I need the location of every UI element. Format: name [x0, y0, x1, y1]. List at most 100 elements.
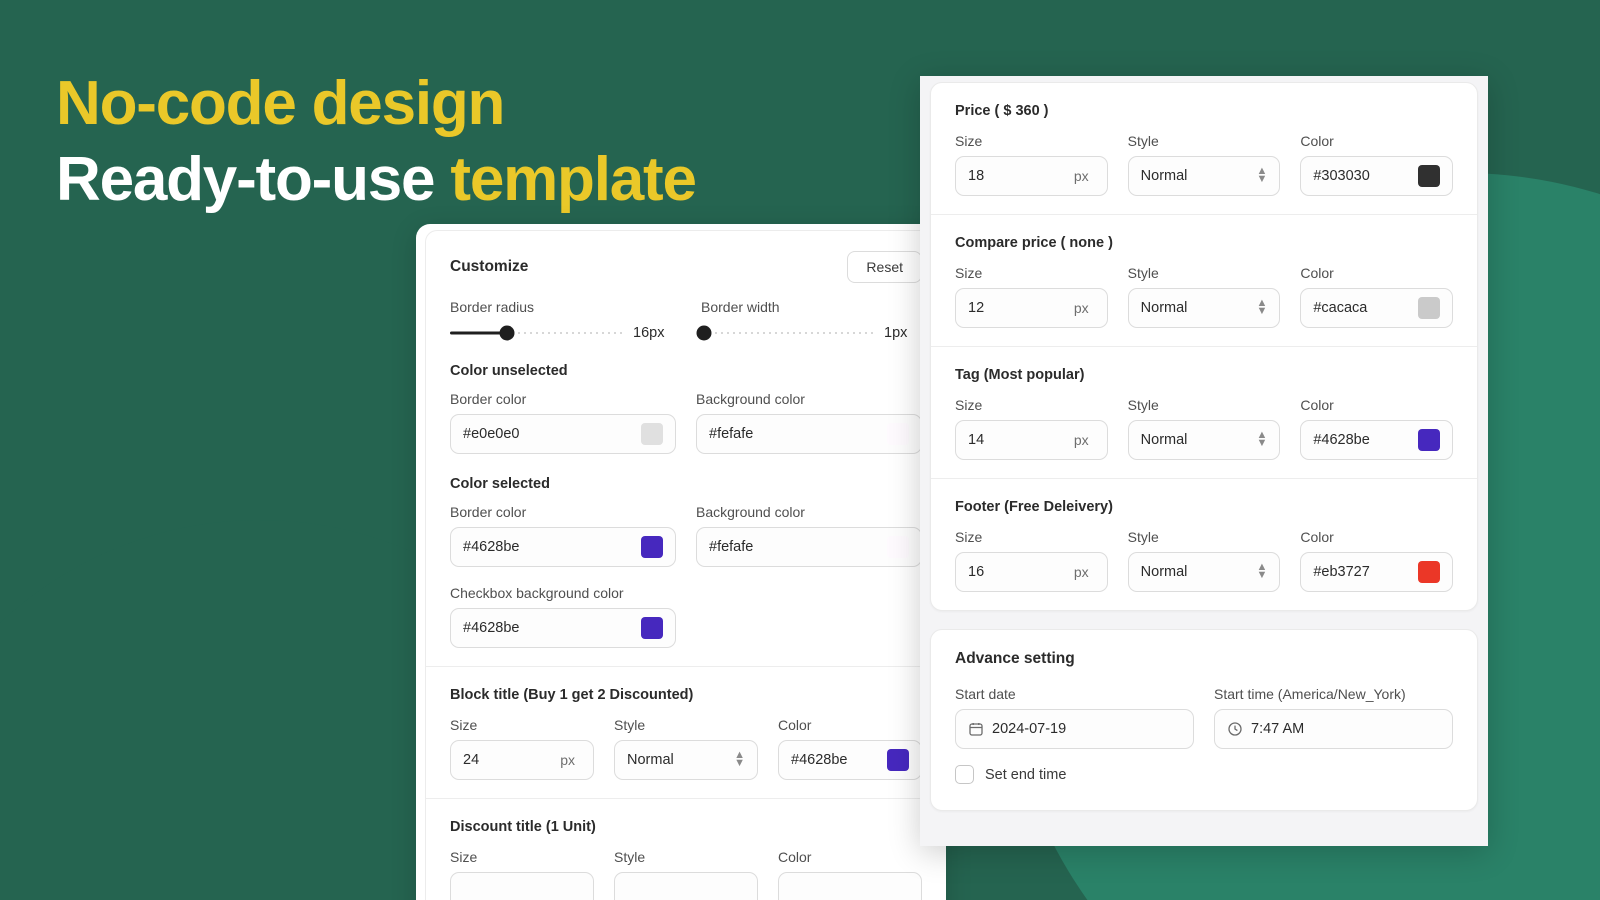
slider-track-dots: [701, 331, 874, 335]
price-size-input[interactable]: 18 px: [955, 156, 1108, 196]
compare-price-style-select[interactable]: Normal ▲ ▼: [1127, 288, 1281, 328]
field-compare-price-style: Style Normal ▲ ▼: [1127, 265, 1281, 328]
color-selected-fields: Border color #4628be Background color #f…: [450, 504, 922, 567]
slider-border-radius-track[interactable]: [450, 325, 623, 341]
block-title-size-input[interactable]: 24 px: [450, 740, 594, 780]
color-unselected-fields: Border color #e0e0e0 Background color #f…: [450, 391, 922, 454]
field-label: Border color: [450, 504, 527, 520]
field-label: Size: [955, 133, 983, 149]
slider-border-width-knob[interactable]: [696, 325, 712, 341]
color-swatch[interactable]: [887, 536, 909, 558]
price-section: Price ( $ 360 ) Size 18 px Style Normal: [931, 83, 1477, 215]
field-label: Size: [450, 849, 478, 865]
field-label: Background color: [696, 504, 805, 520]
field-label: Color: [1300, 397, 1334, 413]
chevron-updown-icon[interactable]: ▲ ▼: [1256, 166, 1267, 185]
compare-price-section: Compare price ( none ) Size 12 px Style …: [931, 215, 1477, 347]
field-footer-style: Style Normal ▲ ▼: [1127, 529, 1281, 592]
footer-section-title: Footer (Free Deleivery): [955, 499, 1113, 515]
field-label: Style: [1127, 397, 1159, 413]
block-title-heading: Block title (Buy 1 get 2 Discounted): [450, 687, 694, 703]
slider-border-width-track[interactable]: [696, 325, 874, 341]
advance-setting-fields: Start date 2024-07-19 Start time (Americ…: [955, 686, 1453, 749]
advance-setting-title: Advance setting: [955, 650, 1075, 667]
color-swatch[interactable]: [887, 749, 909, 771]
checkbox-background-color-input[interactable]: #4628be: [450, 608, 676, 648]
chevron-updown-icon[interactable]: ▲ ▼: [734, 750, 745, 769]
footer-style-select[interactable]: Normal ▲ ▼: [1127, 552, 1281, 592]
field-label: Color: [1300, 529, 1334, 545]
input-value: 7:47 AM: [1251, 721, 1305, 737]
tag-color-input[interactable]: #4628be: [1300, 420, 1454, 460]
unselected-border-color-input[interactable]: #e0e0e0: [450, 414, 676, 454]
compare-price-color-input[interactable]: #cacaca: [1300, 288, 1454, 328]
clock-icon: [1227, 721, 1243, 737]
input-value: #303030: [1313, 168, 1370, 184]
set-end-time-row[interactable]: Set end time: [955, 765, 1453, 784]
color-swatch[interactable]: [641, 617, 663, 639]
field-label: Size: [450, 717, 478, 733]
price-section-title: Price ( $ 360 ): [955, 103, 1049, 119]
slider-border-width: Border width 1px: [696, 299, 922, 341]
field-label: Color: [778, 717, 812, 733]
discount-title-section: Discount title (1 Unit) Size Style Color: [426, 799, 946, 900]
price-style-select[interactable]: Normal ▲ ▼: [1127, 156, 1281, 196]
slider-border-radius-row[interactable]: 16px: [450, 325, 671, 341]
chevron-updown-icon[interactable]: ▲ ▼: [1256, 562, 1267, 581]
field-start-time: Start time (America/New_York) 7:47 AM: [1214, 686, 1453, 749]
slider-border-radius-knob[interactable]: [499, 325, 515, 341]
compare-price-section-title: Compare price ( none ): [955, 235, 1113, 251]
field-discount-title-style: Style: [614, 849, 758, 900]
discount-title-style-select[interactable]: [614, 872, 758, 900]
unit-suffix: px: [1073, 432, 1089, 448]
color-swatch[interactable]: [1418, 165, 1441, 187]
color-swatch[interactable]: [1418, 297, 1441, 319]
chevron-updown-icon[interactable]: ▲ ▼: [1256, 430, 1267, 449]
field-label: Start time (America/New_York): [1214, 686, 1406, 702]
field-price-color: Color #303030: [1300, 133, 1454, 196]
start-time-input[interactable]: 7:47 AM: [1214, 709, 1453, 749]
slider-border-radius-fill: [450, 331, 508, 335]
compare-price-size-input[interactable]: 12 px: [955, 288, 1108, 328]
select-value: Normal: [1140, 300, 1188, 316]
slider-border-radius-value: 16px: [633, 325, 665, 341]
tag-size-input[interactable]: 14 px: [955, 420, 1108, 460]
unselected-background-color-input[interactable]: #fefafe: [696, 414, 922, 454]
field-price-style: Style Normal ▲ ▼: [1127, 133, 1281, 196]
set-end-time-checkbox[interactable]: [955, 765, 974, 784]
unit-suffix: px: [560, 752, 575, 768]
color-swatch[interactable]: [641, 536, 663, 558]
field-block-title-style: Style Normal ▲ ▼: [614, 717, 758, 780]
discount-title-size-input[interactable]: [450, 872, 594, 900]
advance-setting-card: Advance setting Start date 2024-07-19 St…: [930, 629, 1478, 811]
field-label: Checkbox background color: [450, 585, 624, 601]
selected-background-color-input[interactable]: #fefafe: [696, 527, 922, 567]
typography-card: Price ( $ 360 ) Size 18 px Style Normal: [930, 82, 1478, 611]
field-tag-size: Size 14 px: [955, 397, 1108, 460]
input-value: #4628be: [1313, 432, 1370, 448]
block-title-section: Block title (Buy 1 get 2 Discounted) Siz…: [426, 667, 946, 799]
color-swatch[interactable]: [641, 423, 663, 445]
customize-card: Customize Reset Border radius 16px Borde…: [425, 230, 946, 900]
field-tag-style: Style Normal ▲ ▼: [1127, 397, 1281, 460]
block-title-color-input[interactable]: #4628be: [778, 740, 922, 780]
footer-color-input[interactable]: #eb3727: [1300, 552, 1454, 592]
block-title-style-select[interactable]: Normal ▲ ▼: [614, 740, 758, 780]
tag-style-select[interactable]: Normal ▲ ▼: [1127, 420, 1281, 460]
discount-title-color-input[interactable]: [778, 872, 922, 900]
start-date-input[interactable]: 2024-07-19: [955, 709, 1194, 749]
field-unselected-background-color: Background color #fefafe: [696, 391, 922, 454]
footer-section: Footer (Free Deleivery) Size 16 px Style…: [931, 479, 1477, 610]
color-swatch[interactable]: [887, 423, 909, 445]
color-swatch[interactable]: [1418, 429, 1441, 451]
slider-border-width-row[interactable]: 1px: [696, 325, 922, 341]
footer-size-input[interactable]: 16 px: [955, 552, 1108, 592]
reset-button[interactable]: Reset: [847, 251, 922, 283]
color-swatch[interactable]: [1418, 561, 1441, 583]
field-label: Color: [1300, 265, 1334, 281]
selected-border-color-input[interactable]: #4628be: [450, 527, 676, 567]
field-label: Color: [778, 849, 812, 865]
price-color-input[interactable]: #303030: [1300, 156, 1454, 196]
slider-border-width-value: 1px: [884, 325, 908, 341]
chevron-updown-icon[interactable]: ▲ ▼: [1256, 298, 1267, 317]
